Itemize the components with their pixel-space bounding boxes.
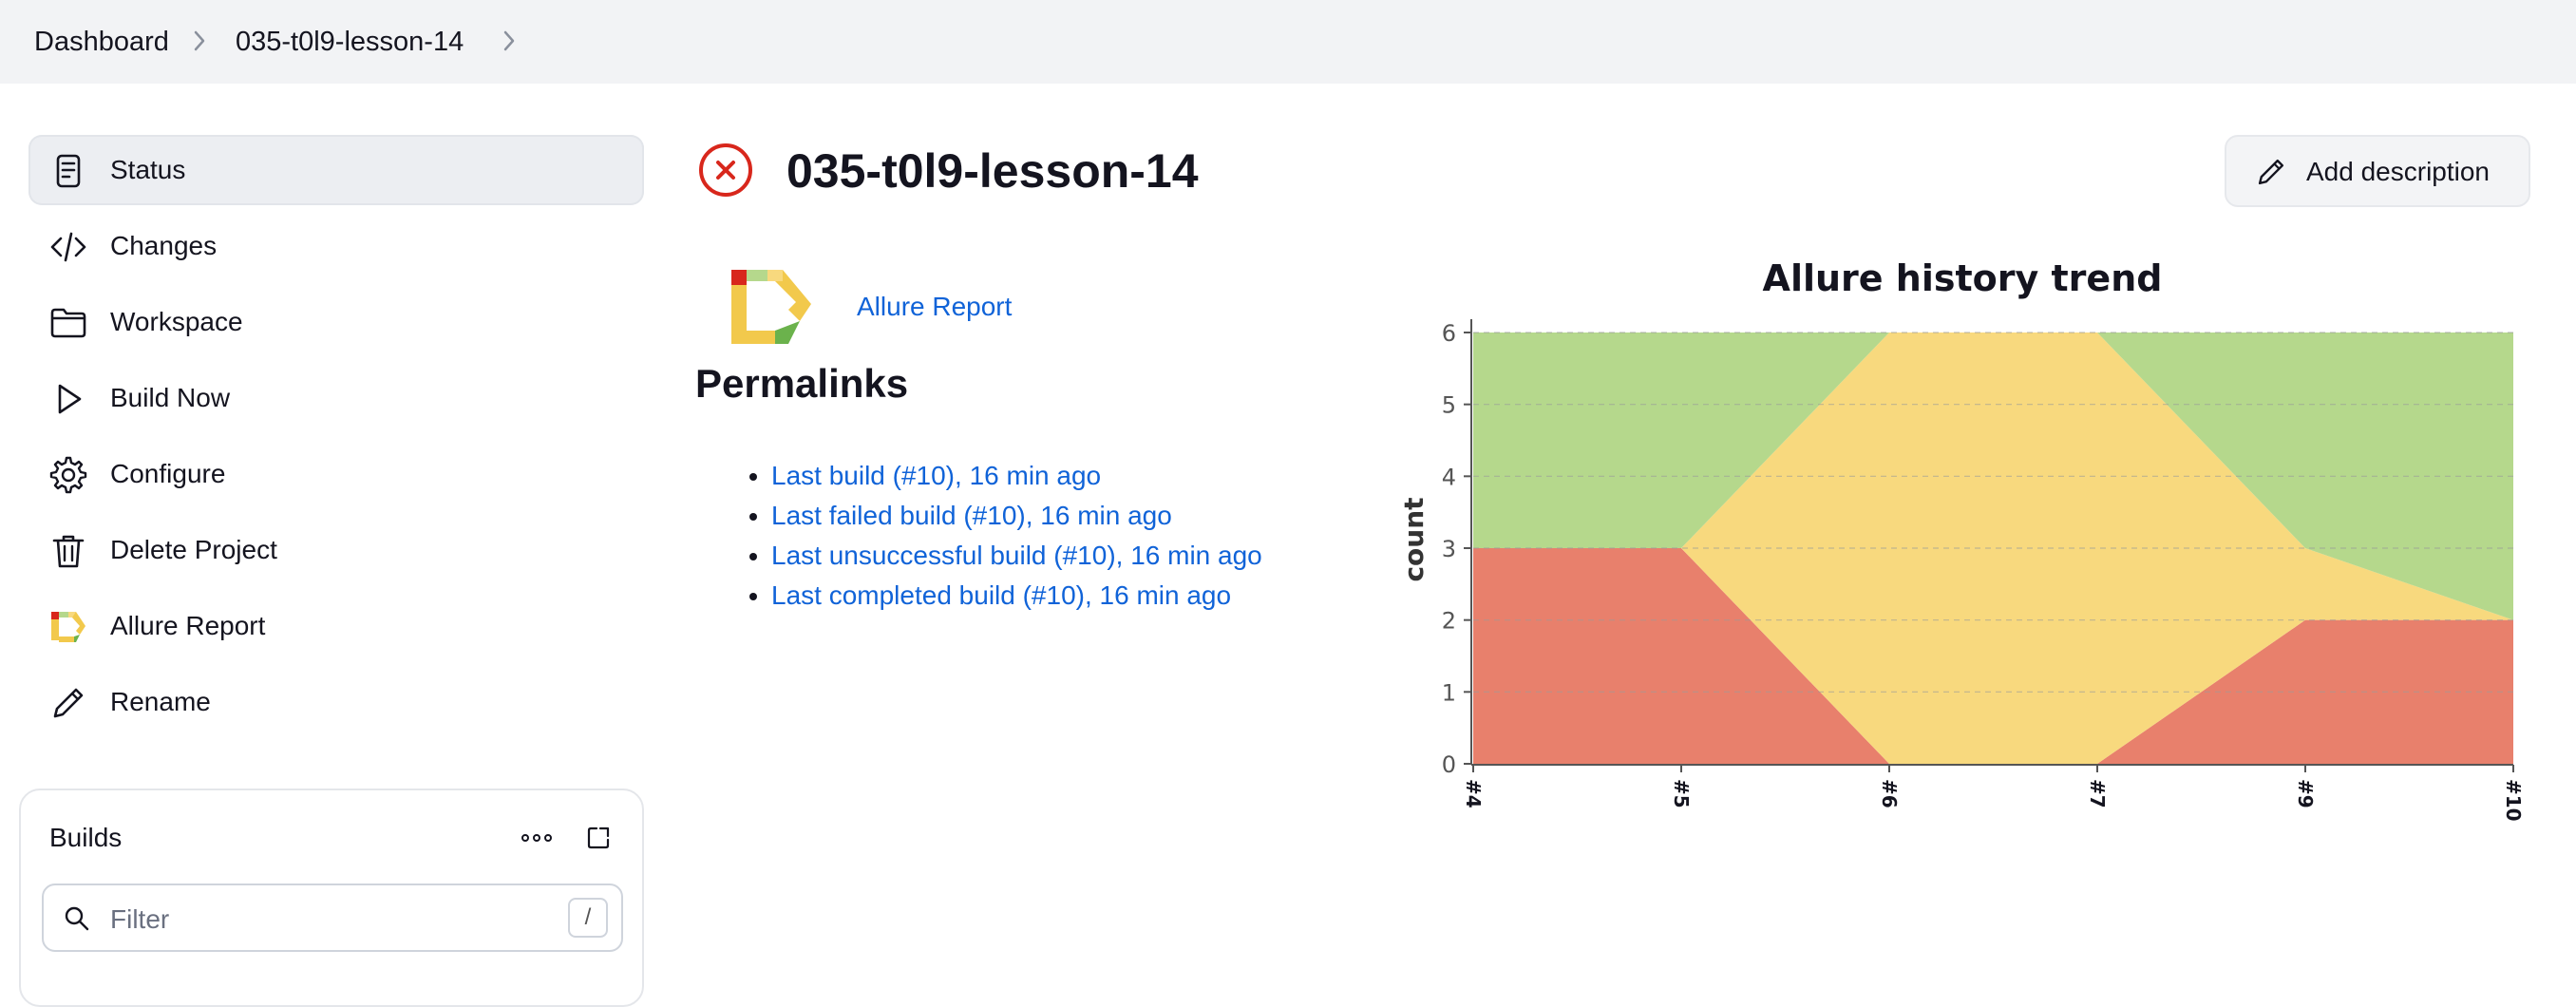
chevron-right-icon[interactable] [502, 28, 517, 53]
y-tick-label: 6 [1442, 320, 1456, 347]
permalink-last-failed-build[interactable]: Last failed build (#10), 16 min ago [771, 501, 1172, 530]
y-tick-label: 2 [1442, 608, 1456, 635]
list-item: Last unsuccessful build (#10), 16 min ag… [771, 536, 1262, 576]
folder-icon [50, 308, 86, 338]
gear-icon [49, 456, 87, 494]
breadcrumb-project[interactable]: 035-t0l9-lesson-14 [236, 23, 464, 61]
y-tick-label: 1 [1442, 679, 1456, 706]
chart-title: Allure history trend [1763, 257, 2163, 299]
sidebar-item-label: Configure [110, 459, 226, 488]
expand-icon[interactable] [585, 825, 612, 851]
sidebar-item-rename[interactable]: Rename [28, 667, 644, 737]
more-options-icon[interactable] [521, 828, 553, 847]
permalink-last-build[interactable]: Last build (#10), 16 min ago [771, 461, 1101, 490]
add-description-label: Add description [2306, 157, 2491, 186]
builds-title: Builds [49, 823, 123, 852]
breadcrumb-dashboard[interactable]: Dashboard [34, 23, 169, 61]
play-icon [58, 384, 82, 414]
y-tick-label: 3 [1442, 536, 1456, 562]
x-tick-label: #7 [2086, 779, 2109, 808]
x-tick-label: #9 [2294, 779, 2317, 808]
chart-y-axis-label: count [1398, 497, 1430, 581]
sidebar-item-workspace[interactable]: Workspace [28, 287, 644, 357]
keyboard-shortcut-badge: / [568, 898, 608, 938]
permalink-last-completed-build[interactable]: Last completed build (#10), 16 min ago [771, 580, 1231, 610]
list-item: Last failed build (#10), 16 min ago [771, 496, 1262, 536]
code-icon [50, 232, 86, 262]
status-document-icon [56, 154, 81, 188]
allure-report-link[interactable]: Allure Report [857, 288, 1012, 326]
sidebar-item-label: Allure Report [110, 611, 266, 640]
sidebar-item-label: Build Now [110, 383, 231, 412]
sidebar-item-label: Delete Project [110, 535, 277, 564]
sidebar-item-status[interactable]: Status [28, 135, 644, 205]
failed-status-icon [699, 143, 752, 197]
sidebar-item-allure-report[interactable]: Allure Report [28, 591, 644, 661]
filter-placeholder: Filter [110, 904, 170, 934]
permalinks-list: Last build (#10), 16 min ago Last failed… [750, 456, 1262, 616]
y-tick-label: 4 [1442, 464, 1456, 490]
y-tick-label: 0 [1442, 751, 1456, 778]
permalinks-heading: Permalinks [695, 361, 909, 406]
sidebar-item-build-now[interactable]: Build Now [28, 363, 644, 433]
allure-report-logo[interactable] [729, 268, 815, 346]
chevron-right-icon [194, 30, 205, 51]
search-icon [65, 906, 89, 931]
pencil-icon [53, 688, 84, 718]
builds-filter-input[interactable]: Filter / [42, 884, 623, 952]
y-tick-label: 5 [1442, 392, 1456, 419]
list-item: Last completed build (#10), 16 min ago [771, 576, 1262, 616]
page-title: 035-t0l9-lesson-14 [786, 144, 1199, 198]
breadcrumb-bar: Dashboard 035-t0l9-lesson-14 [0, 0, 2576, 84]
x-tick-label: #5 [1670, 779, 1693, 808]
add-description-button[interactable]: Add description [2225, 135, 2530, 207]
x-tick-label: #10 [2502, 779, 2525, 822]
list-item: Last build (#10), 16 min ago [771, 456, 1262, 496]
sidebar-item-label: Changes [110, 231, 218, 260]
sidebar-item-label: Workspace [110, 307, 243, 336]
sidebar-item-delete-project[interactable]: Delete Project [28, 515, 644, 585]
x-tick-label: #4 [1462, 779, 1485, 808]
pencil-icon [2258, 159, 2284, 185]
sidebar-item-configure[interactable]: Configure [28, 439, 644, 509]
x-tick-label: #6 [1878, 779, 1901, 808]
sidebar-item-label: Rename [110, 687, 211, 716]
sidebar-item-changes[interactable]: Changes [28, 211, 644, 281]
sidebar-item-label: Status [110, 155, 186, 184]
allure-trend-chart[interactable]: Allure history trend count 0 1 2 3 4 5 6 #4 #5 #6… [1387, 243, 2527, 851]
trash-icon [52, 535, 85, 568]
allure-logo-icon [51, 612, 85, 642]
permalink-last-unsuccessful-build[interactable]: Last unsuccessful build (#10), 16 min ag… [771, 541, 1262, 570]
